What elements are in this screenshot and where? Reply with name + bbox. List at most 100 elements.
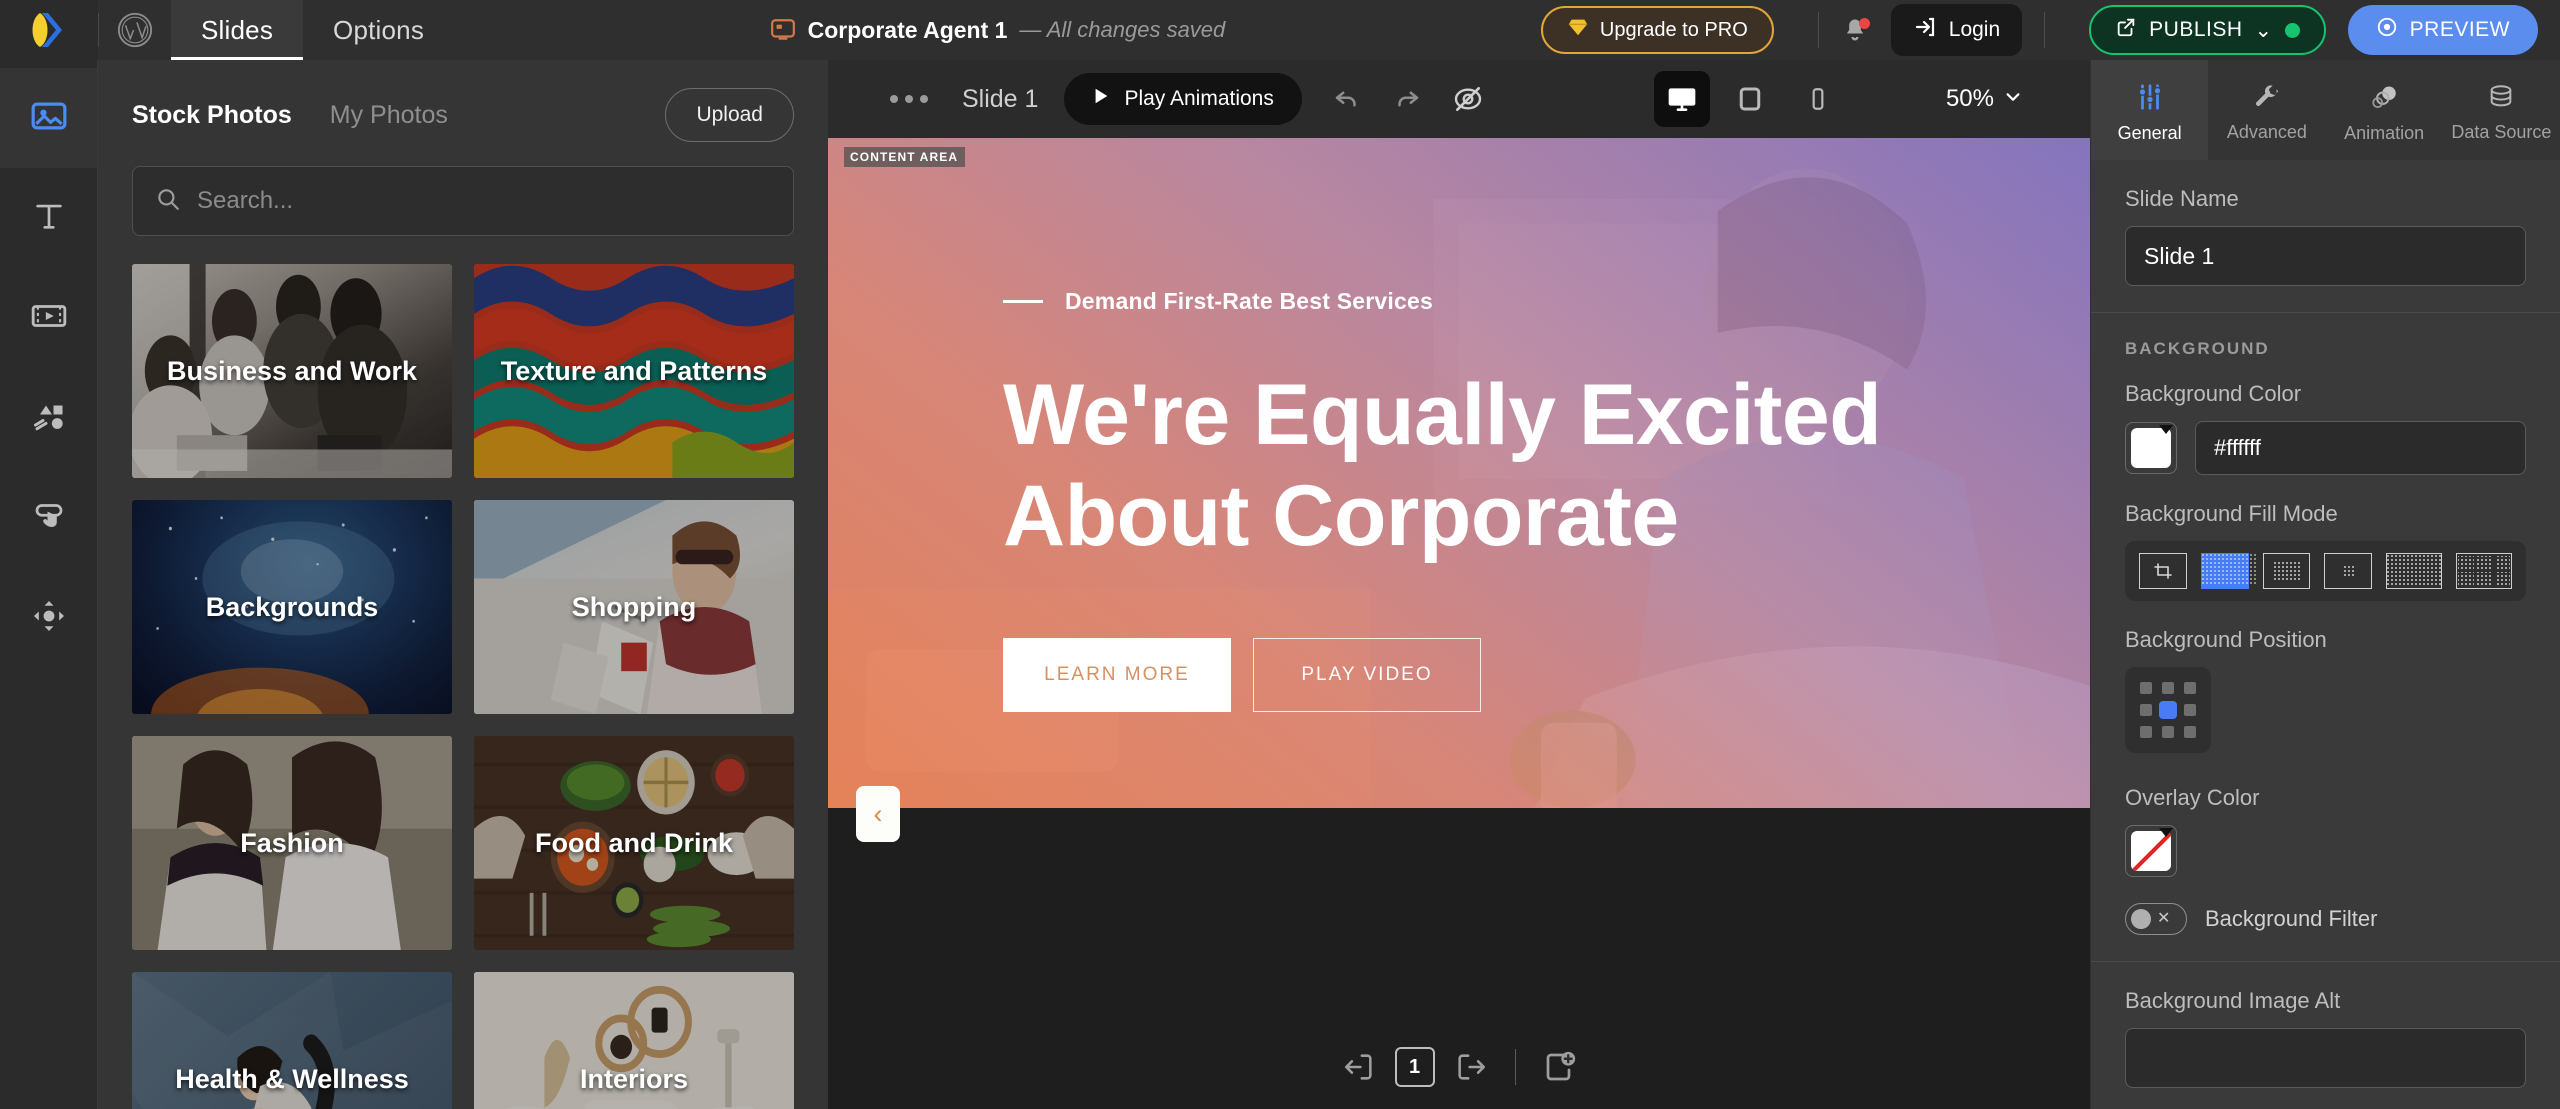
play-video-button[interactable]: PLAY VIDEO (1253, 638, 1481, 713)
tab-my-photos[interactable]: My Photos (330, 101, 448, 130)
hidden-eye-icon[interactable] (1452, 83, 1484, 115)
slide-nav-group: 1 (1333, 1041, 1497, 1093)
fill-mode-tile-button[interactable] (2456, 553, 2512, 589)
position-cell-top-center[interactable] (2162, 682, 2174, 694)
slider-revolution-logo-icon[interactable] (0, 0, 98, 60)
stock-tile-shopping[interactable]: Shopping (474, 500, 794, 714)
position-cell-bottom-left[interactable] (2140, 726, 2152, 738)
properties-tabs: General Advanced Animation Data Source (2091, 60, 2560, 160)
position-cell-top-right[interactable] (2184, 682, 2196, 694)
search-input[interactable] (197, 187, 771, 215)
document-title[interactable]: Corporate Agent 1 (808, 17, 1008, 44)
position-cell-bottom-right[interactable] (2184, 726, 2196, 738)
slide-headline-line1: We're Equally Excited (1003, 367, 1882, 463)
upgrade-to-pro-label: Upgrade to PRO (1599, 18, 1748, 41)
background-filter-label: Background Filter (2205, 906, 2378, 931)
tab-advanced[interactable]: Advanced (2208, 60, 2325, 160)
fill-mode-center-button[interactable] (2324, 553, 2372, 589)
add-slide-icon[interactable] (1534, 1041, 1586, 1093)
upload-button[interactable]: Upload (665, 88, 794, 142)
fill-mode-cover-button[interactable] (2200, 553, 2256, 589)
stock-tile-interiors[interactable]: Interiors (474, 972, 794, 1109)
rail-item-text[interactable] (0, 168, 97, 268)
text-icon (32, 199, 66, 238)
next-slide-icon[interactable] (1445, 1041, 1497, 1093)
stock-tile-backgrounds[interactable]: Backgrounds (132, 500, 452, 714)
slide-kicker[interactable]: Demand First-Rate Best Services (1003, 288, 1881, 315)
top-bar-actions: Upgrade to PRO Login PUBLISH ⌄ PREVIEW (1540, 0, 2560, 60)
stock-tile-business[interactable]: Business and Work (132, 264, 452, 478)
slide-panel-collapse-button[interactable]: ‹ (856, 786, 900, 842)
device-tablet-button[interactable] (1722, 71, 1778, 127)
background-filter-toggle[interactable]: ✕ (2125, 903, 2187, 935)
chevron-down-icon (2004, 85, 2022, 113)
fill-mode-custom-button[interactable] (2139, 553, 2187, 589)
redo-icon[interactable] (1392, 84, 1422, 114)
tab-data-source[interactable]: Data Source (2443, 60, 2560, 160)
position-cell-center-right[interactable] (2184, 704, 2196, 716)
tab-options-label: Options (333, 14, 425, 45)
stock-tile-fashion[interactable]: Fashion (132, 736, 452, 950)
login-button[interactable]: Login (1890, 4, 2023, 56)
slide-headline[interactable]: We're Equally Excited About Corporate (1003, 365, 1882, 566)
tab-slides[interactable]: Slides (171, 0, 304, 60)
learn-more-button[interactable]: LEARN MORE (1003, 638, 1231, 713)
stock-tile-label: Fashion (240, 827, 344, 858)
stock-tile-label: Texture and Patterns (500, 355, 768, 386)
eye-target-icon (2376, 16, 2398, 44)
fill-mode-contain-button[interactable] (2262, 553, 2311, 589)
tab-stock-photos[interactable]: Stock Photos (132, 101, 292, 130)
position-cell-top-left[interactable] (2140, 682, 2152, 694)
position-cell-bottom-center[interactable] (2162, 726, 2174, 738)
database-icon (2487, 83, 2515, 116)
search-box[interactable] (132, 166, 794, 236)
device-desktop-button[interactable] (1653, 71, 1710, 127)
search-icon (155, 186, 181, 217)
overlay-color-swatch[interactable] (2125, 825, 2177, 877)
caret-down-icon (2159, 828, 2173, 837)
background-fill-mode-group (2125, 541, 2526, 601)
publish-button[interactable]: PUBLISH ⌄ (2089, 5, 2326, 55)
play-animations-button[interactable]: Play Animations (1064, 73, 1302, 125)
position-cell-center-center[interactable] (2159, 701, 2177, 719)
rail-item-shapes[interactable] (0, 368, 97, 468)
notification-bell-icon[interactable] (1841, 16, 1870, 44)
publish-status-dot (2284, 22, 2300, 38)
tab-options[interactable]: Options (303, 0, 454, 60)
position-cell-center-left[interactable] (2140, 704, 2152, 716)
background-color-hex-input[interactable] (2195, 421, 2526, 475)
stock-tile-health[interactable]: Health & Wellness (132, 972, 452, 1109)
slide-name-input[interactable] (2125, 226, 2526, 286)
stock-tile-texture[interactable]: Texture and Patterns (474, 264, 794, 478)
rail-item-video[interactable] (0, 268, 97, 368)
fill-mode-stretch-button[interactable] (2386, 553, 2442, 589)
background-position-grid[interactable] (2125, 667, 2211, 753)
wordpress-icon[interactable] (99, 0, 171, 60)
more-options-icon[interactable] (890, 95, 928, 103)
slide-page-number[interactable]: 1 (1394, 1047, 1435, 1087)
stock-tile-food[interactable]: Food and Drink (474, 736, 794, 950)
undo-icon[interactable] (1332, 84, 1362, 114)
animation-icon (2369, 82, 2399, 117)
tab-general[interactable]: General (2091, 60, 2209, 160)
slide-name-section: Slide Name (2091, 160, 2560, 313)
upgrade-to-pro-button[interactable]: Upgrade to PRO (1540, 6, 1774, 54)
prev-slide-icon[interactable] (1333, 1041, 1385, 1093)
chevron-down-icon[interactable]: ⌄ (2255, 18, 2273, 43)
rail-item-hotspot[interactable] (0, 568, 97, 668)
tab-advanced-label: Advanced (2226, 122, 2307, 142)
slide-kicker-text: Demand First-Rate Best Services (1065, 288, 1433, 314)
slide-headline-line2: About Corporate (1003, 467, 1679, 564)
rail-item-button[interactable] (0, 468, 97, 568)
device-mobile-button[interactable] (1790, 71, 1846, 127)
rail-item-image[interactable] (0, 68, 97, 168)
background-image-alt-section: Background Image Alt (2091, 962, 2560, 1109)
caret-down-icon (2159, 425, 2173, 434)
background-color-swatch[interactable] (2125, 422, 2177, 474)
zoom-level-dropdown[interactable]: 50% (1946, 85, 2022, 113)
background-image-alt-input[interactable] (2125, 1028, 2526, 1088)
slide-canvas[interactable]: CONTENT AREA Demand First-Rate Best Serv… (828, 138, 2090, 808)
toggle-off-icon: ✕ (2157, 910, 2171, 927)
preview-button[interactable]: PREVIEW (2347, 5, 2538, 55)
tab-animation[interactable]: Animation (2326, 60, 2443, 160)
